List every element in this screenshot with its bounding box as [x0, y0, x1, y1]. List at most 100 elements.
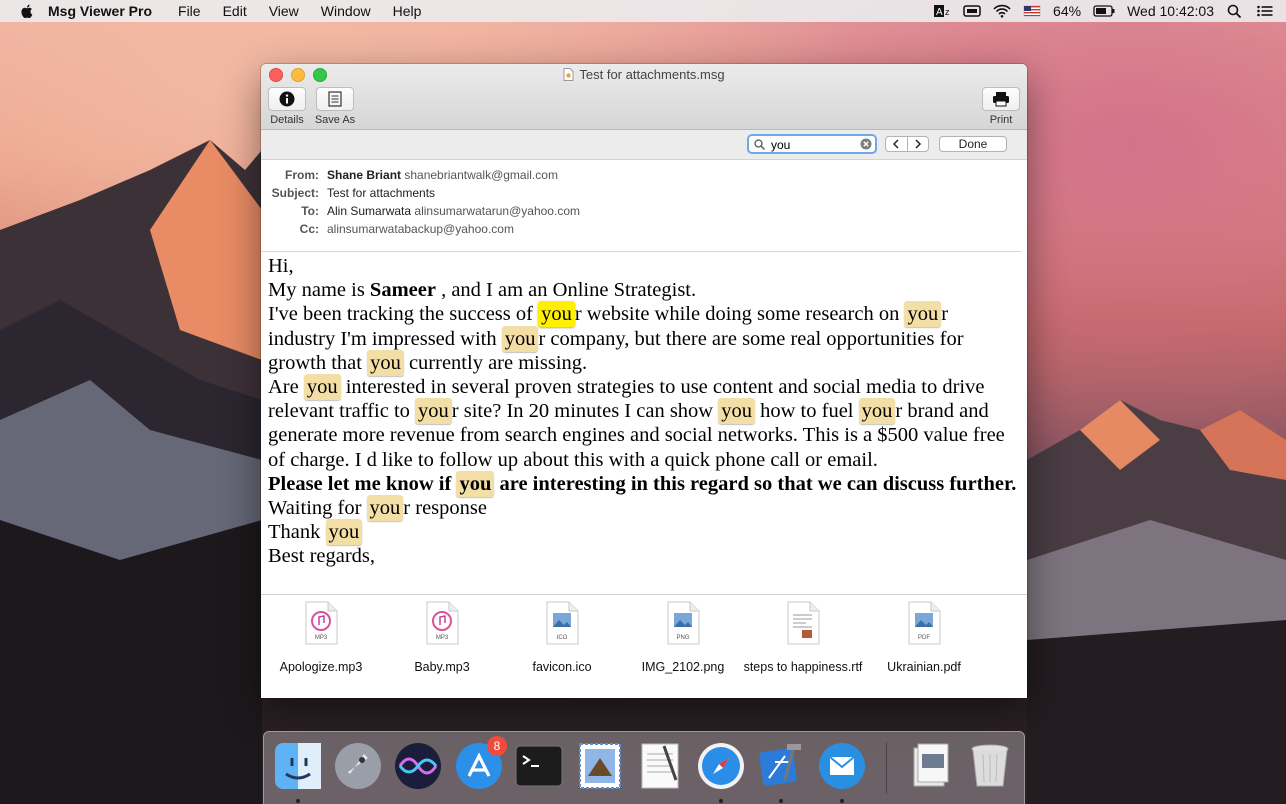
wifi-icon[interactable] [993, 4, 1011, 18]
save-as-button[interactable]: Save As [313, 87, 357, 126]
body-text: , and I am an Online Strategist. [435, 279, 697, 302]
dock-running-indicator [840, 799, 844, 803]
dock-separator [886, 742, 887, 794]
search-match: you [456, 470, 495, 497]
search-match: you [501, 325, 539, 352]
print-button[interactable]: Print [981, 87, 1021, 126]
cc-email[interactable]: alinsumarwatabackup@yahoo.com [327, 222, 514, 236]
find-done-button[interactable]: Done [939, 136, 1007, 152]
attachment-name: IMG_2102.png [641, 660, 725, 674]
dock-preview[interactable] [904, 740, 956, 792]
dock-safari[interactable] [695, 740, 747, 792]
mail-stamp-icon [579, 743, 621, 789]
menu-window[interactable]: Window [321, 3, 371, 19]
save-as-button-frame [316, 87, 354, 111]
rtf-file-icon [787, 601, 820, 645]
find-next-button[interactable] [908, 137, 929, 151]
search-match: you [415, 398, 452, 425]
app-menu[interactable]: Msg Viewer Pro [48, 3, 152, 19]
from-name: Shane Briant [327, 168, 402, 182]
to-label: To: [301, 204, 319, 218]
save-document-icon [328, 91, 342, 107]
dock-siri[interactable] [392, 740, 444, 792]
details-button[interactable]: Details [267, 87, 307, 126]
battery-icon[interactable] [1093, 4, 1115, 18]
input-source-icon[interactable]: Az [933, 4, 951, 18]
textedit-icon [641, 743, 679, 789]
menu-edit[interactable]: Edit [223, 3, 247, 19]
attachment-item[interactable]: ICO favicon.ico [502, 601, 622, 674]
attachment-item[interactable]: PNG IMG_2102.png [623, 601, 743, 674]
info-icon [279, 91, 295, 107]
attachment-item[interactable]: steps to happiness.rtf [743, 601, 863, 674]
dock-msg-viewer-pro[interactable] [816, 740, 868, 792]
dock-textedit[interactable] [634, 740, 686, 792]
notification-center-icon[interactable] [1256, 4, 1274, 18]
find-input[interactable]: you [747, 134, 877, 154]
search-match: you [325, 519, 363, 546]
menu-file[interactable]: File [178, 3, 201, 19]
body-text: r response [403, 497, 487, 520]
svg-text:A: A [936, 7, 943, 18]
to-value[interactable]: Alin Sumarwata alinsumarwatarun@yahoo.co… [327, 204, 580, 218]
dock-running-indicator [296, 799, 300, 803]
dock-launchpad[interactable] [332, 740, 384, 792]
dock-finder[interactable] [272, 740, 324, 792]
body-paragraph-5: Thank you [268, 519, 1020, 546]
to-name: Alin Sumarwata [327, 204, 412, 218]
attachment-name: Ukrainian.pdf [887, 660, 961, 674]
keyboard-icon[interactable] [963, 4, 981, 18]
attachment-item[interactable]: MP3 Baby.mp3 [382, 601, 502, 674]
find-previous-button[interactable] [886, 137, 908, 151]
body-paragraph-2: Are you interested in several proven str… [268, 374, 1020, 472]
image-file-icon: ICO [546, 601, 579, 645]
search-match: you [904, 301, 942, 328]
siri-icon [395, 743, 441, 789]
chevron-right-icon [915, 139, 921, 149]
menu-help[interactable]: Help [393, 3, 422, 19]
attachment-name: Apologize.mp3 [279, 660, 363, 674]
sender-name: Sameer [369, 279, 436, 302]
search-match: you [366, 495, 404, 522]
header-to-row: To: Alin Sumarwata alinsumarwatarun@yaho… [261, 204, 1027, 222]
dock-app-store[interactable]: 8 [453, 736, 507, 792]
details-button-frame [268, 87, 306, 111]
body-paragraph-4: Waiting for you r response [268, 495, 1020, 522]
spotlight-search-icon[interactable] [1226, 4, 1244, 18]
battery-percent[interactable]: 64% [1053, 3, 1081, 19]
attachment-item[interactable]: PDF Ukrainian.pdf [864, 601, 984, 674]
attachment-item[interactable]: MP3 Apologize.mp3 [261, 601, 381, 674]
body-text: r site? In 20 minutes I can show [451, 400, 719, 423]
dock-trash[interactable] [964, 740, 1016, 792]
cc-label: Cc: [299, 222, 319, 236]
body-closing: Best regards, [268, 545, 376, 568]
trash-icon [971, 744, 1009, 787]
header-from-row: From: Shane Briant shanebriantwalk@gmail… [261, 168, 1027, 186]
dock-running-indicator [779, 799, 783, 803]
to-email: alinsumarwatarun@yahoo.com [414, 204, 580, 218]
message-window: Test for attachments.msg Details Save As… [261, 64, 1027, 698]
svg-text:ICO: ICO [557, 635, 568, 641]
printer-icon [993, 92, 1009, 107]
search-match: you [367, 349, 404, 376]
preview-icon [913, 743, 949, 787]
music-file-icon: MP3 [305, 601, 338, 645]
us-flag-icon[interactable] [1023, 4, 1041, 18]
menu-view[interactable]: View [269, 3, 299, 19]
clear-search-icon[interactable] [860, 138, 872, 150]
body-text: Thank [268, 521, 326, 544]
dock-mail[interactable] [574, 740, 626, 792]
dock-terminal[interactable] [513, 740, 565, 792]
from-value[interactable]: Shane Briant shanebriantwalk@gmail.com [327, 168, 558, 182]
msg-document-icon [563, 68, 574, 81]
app-store-badge: 8 [487, 736, 507, 756]
body-paragraph-3: Please let me know if you are interestin… [268, 470, 1020, 497]
music-file-icon: MP3 [426, 601, 459, 645]
search-match: you [303, 374, 341, 401]
menu-bar: Msg Viewer Pro File Edit View Window Hel… [0, 0, 1286, 22]
apple-menu-icon[interactable] [20, 3, 34, 19]
attachments-pane: MP3 Apologize.mp3 MP3 Baby.mp3 ICO favic… [261, 594, 1027, 698]
dock-xcode[interactable] [755, 740, 807, 792]
window-titlebar[interactable]: Test for attachments.msg Details Save As… [261, 64, 1027, 130]
clock[interactable]: Wed 10:42:03 [1127, 3, 1214, 19]
